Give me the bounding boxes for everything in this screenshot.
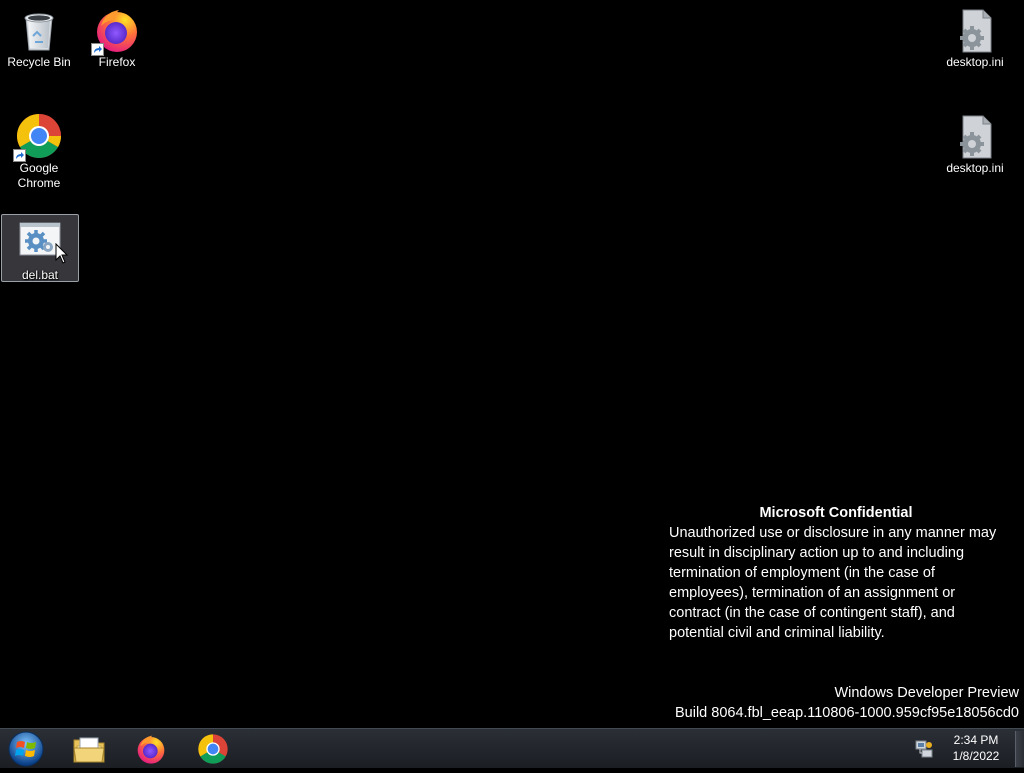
network-icon[interactable]	[914, 739, 934, 759]
chrome-icon	[198, 734, 228, 764]
taskbar-firefox-button[interactable]	[126, 731, 176, 767]
desktop-icon-recycle-bin[interactable]: Recycle Bin	[1, 2, 77, 76]
desktop-icon-label: desktop.ini	[946, 55, 1004, 69]
show-desktop-button[interactable]	[1015, 731, 1024, 767]
confidential-notice: Microsoft Confidential Unauthorized use …	[669, 503, 1009, 643]
taskbar-clock[interactable]: 2:34 PM 1/8/2022	[944, 732, 1008, 764]
chrome-icon	[13, 112, 63, 162]
build-watermark: Windows Developer Preview Build 8064.fbl…	[675, 683, 1019, 723]
desktop-icon-desktop-ini-1[interactable]: desktop.ini	[937, 2, 1013, 76]
taskbar: 2:34 PM 1/8/2022	[0, 728, 1024, 768]
recycle-bin-icon	[15, 6, 63, 54]
settings-file-icon	[951, 6, 999, 54]
confidential-body: Unauthorized use or disclosure in any ma…	[669, 525, 997, 641]
start-orb-icon	[8, 731, 44, 767]
desktop-icon-label: Firefox	[98, 55, 136, 69]
clock-date: 1/8/2022	[952, 749, 1000, 763]
clock-time: 2:34 PM	[953, 733, 999, 747]
edition-label: Windows Developer Preview	[834, 685, 1019, 701]
file-explorer-icon	[73, 737, 105, 763]
firefox-icon	[91, 6, 141, 56]
desktop-icon-label: desktop.ini	[946, 161, 1004, 175]
shortcut-arrow-icon	[91, 43, 104, 56]
shortcut-arrow-icon	[13, 149, 26, 162]
desktop-icon-label: Google Chrome	[17, 161, 61, 190]
taskbar-chrome-button[interactable]	[188, 731, 238, 767]
desktop-icon-label: del.bat	[21, 268, 59, 282]
build-label: Build 8064.fbl_eeap.110806-1000.959cf95e…	[674, 705, 1019, 721]
desktop-icon-label: Recycle Bin	[7, 55, 71, 69]
settings-file-icon	[951, 112, 999, 160]
taskbar-file-explorer-button[interactable]	[64, 731, 114, 767]
desktop-icon-desktop-ini-2[interactable]: desktop.ini	[937, 108, 1013, 182]
desktop-icon-google-chrome[interactable]: Google Chrome	[1, 108, 77, 194]
confidential-title: Microsoft Confidential	[759, 505, 913, 521]
start-button[interactable]	[5, 730, 47, 768]
firefox-icon	[137, 735, 165, 764]
mouse-cursor-icon	[55, 242, 69, 270]
desktop-icon-firefox[interactable]: Firefox	[79, 2, 155, 76]
